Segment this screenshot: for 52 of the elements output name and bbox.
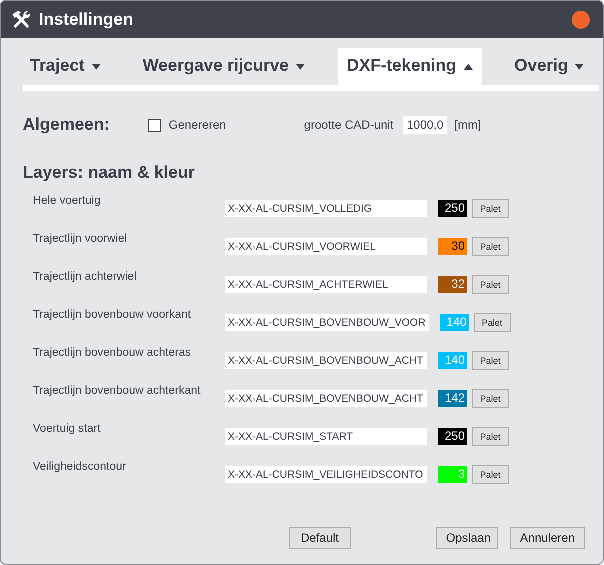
layer-name-field[interactable]: X-XX-AL-CURSIM_BOVENBOUW_ACHT	[225, 390, 427, 407]
layer-name-field[interactable]: X-XX-AL-CURSIM_ACHTERWIEL	[225, 276, 427, 293]
palette-button[interactable]: Palet	[474, 313, 511, 332]
cancel-button[interactable]: Annuleren	[510, 527, 585, 549]
tab[interactable]: Overig	[506, 48, 594, 85]
layer-name-field[interactable]: X-XX-AL-CURSIM_VOLLEDIG	[225, 200, 427, 217]
generate-checkbox[interactable]	[148, 118, 161, 132]
layer-label: Voertuig start	[33, 423, 102, 435]
color-swatch: 140	[438, 352, 467, 369]
checkbox-label: Genereren	[168, 118, 226, 132]
layer-label: Trajectlijn bovenbouw voorkant	[33, 309, 192, 321]
color-swatch: 250	[438, 200, 467, 217]
color-swatch: 250	[438, 428, 467, 445]
section-heading: Algemeen:	[23, 115, 110, 135]
layer-label: Trajectlijn achterwiel	[33, 271, 138, 283]
palette-button[interactable]: Palet	[472, 351, 509, 370]
window-title: Instellingen	[39, 10, 134, 30]
tab[interactable]: DXF-tekening	[338, 48, 482, 85]
palette-button[interactable]: Palet	[472, 427, 509, 446]
palette-button[interactable]: Palet	[472, 237, 509, 256]
layer-label: Trajectlijn bovenbouw achteras	[33, 347, 192, 359]
save-button[interactable]: Opslaan	[436, 527, 498, 549]
color-swatch: 140	[440, 314, 469, 331]
tab[interactable]: Weergave rijcurve	[134, 48, 314, 85]
unit-label: [mm]	[454, 118, 482, 132]
section-heading: Layers: naam & kleur	[22, 162, 196, 183]
tab[interactable]: Traject	[21, 48, 110, 85]
color-swatch: 3	[438, 466, 467, 483]
default-button[interactable]: Default	[289, 527, 351, 549]
color-swatch: 32	[438, 276, 467, 293]
color-swatch: 30	[438, 238, 467, 255]
layer-label: Trajectlijn voorwiel	[33, 233, 128, 245]
palette-button[interactable]: Palet	[472, 199, 509, 218]
layer-label: Veiligheidscontour	[33, 461, 128, 473]
cad-unit-field[interactable]: 1000,0	[402, 116, 447, 134]
field-label: grootte CAD-unit	[304, 118, 394, 132]
palette-button[interactable]: Palet	[472, 389, 509, 408]
caret-down-icon	[92, 64, 101, 70]
color-swatch: 142	[438, 390, 467, 407]
close-button[interactable]	[572, 10, 590, 28]
layer-name-field[interactable]: X-XX-AL-CURSIM_VEILIGHEIDSCONTO	[225, 466, 427, 483]
caret-up-icon	[464, 64, 473, 70]
layer-name-field[interactable]: X-XX-AL-CURSIM_START	[225, 428, 427, 445]
caret-down-icon	[296, 64, 305, 70]
layer-name-field[interactable]: X-XX-AL-CURSIM_VOORWIEL	[225, 238, 427, 255]
palette-button[interactable]: Palet	[472, 275, 509, 294]
layer-name-field[interactable]: X-XX-AL-CURSIM_BOVENBOUW_VOOR	[225, 314, 429, 331]
layer-label: Trajectlijn bovenbouw achterkant	[33, 385, 202, 397]
layer-label: Hele voertuig	[33, 195, 102, 207]
palette-button[interactable]: Palet	[472, 465, 509, 484]
layer-name-field[interactable]: X-XX-AL-CURSIM_BOVENBOUW_ACHT	[225, 352, 427, 369]
caret-down-icon	[575, 64, 584, 70]
